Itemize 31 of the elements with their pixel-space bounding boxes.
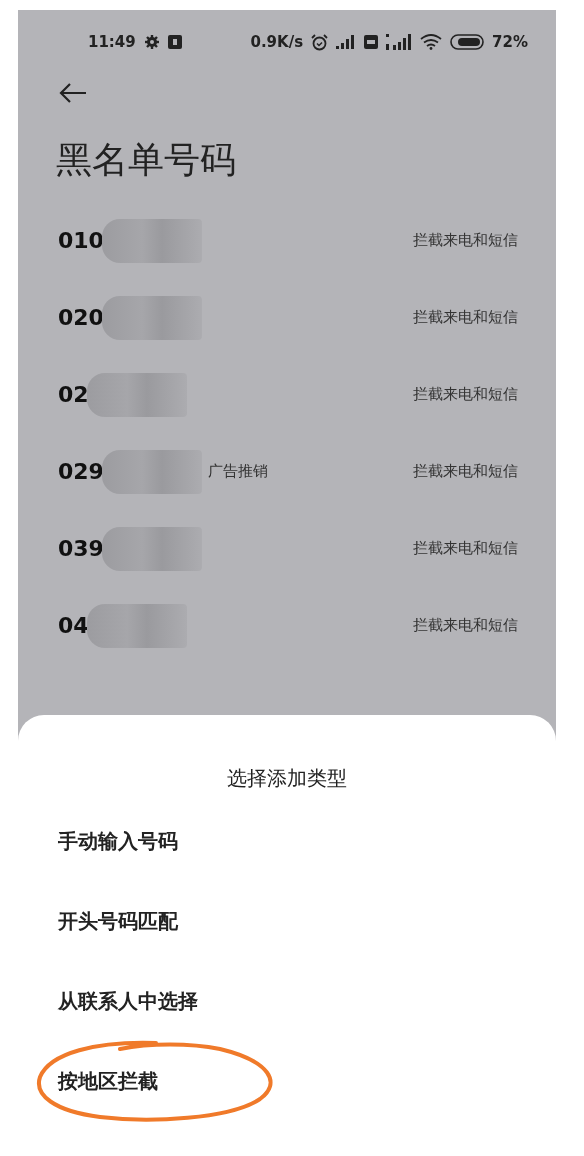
status-time: 11:49 bbox=[88, 33, 136, 51]
network-speed: 0.9K/s bbox=[250, 33, 304, 51]
alarm-icon bbox=[311, 33, 329, 51]
number-tag: 广告推销 bbox=[207, 462, 268, 481]
phone-number: 02 bbox=[58, 382, 89, 407]
block-mode[interactable]: 拦截来电和短信 bbox=[413, 539, 518, 558]
signal-icon bbox=[336, 35, 357, 49]
wifi-icon bbox=[420, 34, 443, 50]
signal-icon bbox=[386, 34, 413, 50]
block-mode[interactable]: 拦截来电和短信 bbox=[413, 385, 518, 404]
phone-number: 039 bbox=[58, 536, 104, 561]
gear-icon bbox=[143, 34, 160, 50]
page-title: 黑名单号码 bbox=[56, 138, 237, 182]
menu-option[interactable]: 手动输入号码 bbox=[58, 827, 178, 855]
phone-number: 04 bbox=[58, 613, 89, 638]
phone-number: 020 bbox=[58, 305, 104, 330]
back-icon[interactable] bbox=[58, 82, 88, 104]
block-mode[interactable]: 拦截来电和短信 bbox=[413, 616, 518, 635]
phone-number: 029 bbox=[58, 459, 104, 484]
phone-number: 010 bbox=[58, 228, 104, 253]
block-mode[interactable]: 拦截来电和短信 bbox=[413, 462, 518, 481]
menu-option[interactable]: 按地区拦截 bbox=[58, 1067, 158, 1095]
menu-option[interactable]: 从联系人中选择 bbox=[58, 987, 198, 1015]
sim-icon bbox=[364, 35, 379, 49]
sheet-title: 选择添加类型 bbox=[226, 765, 348, 792]
block-mode[interactable]: 拦截来电和短信 bbox=[413, 308, 518, 327]
battery-icon bbox=[450, 34, 485, 50]
battery-percent: 72% bbox=[492, 33, 528, 51]
block-mode[interactable]: 拦截来电和短信 bbox=[413, 231, 518, 250]
menu-option[interactable]: 开头号码匹配 bbox=[58, 907, 178, 935]
notification-icon bbox=[167, 35, 182, 49]
